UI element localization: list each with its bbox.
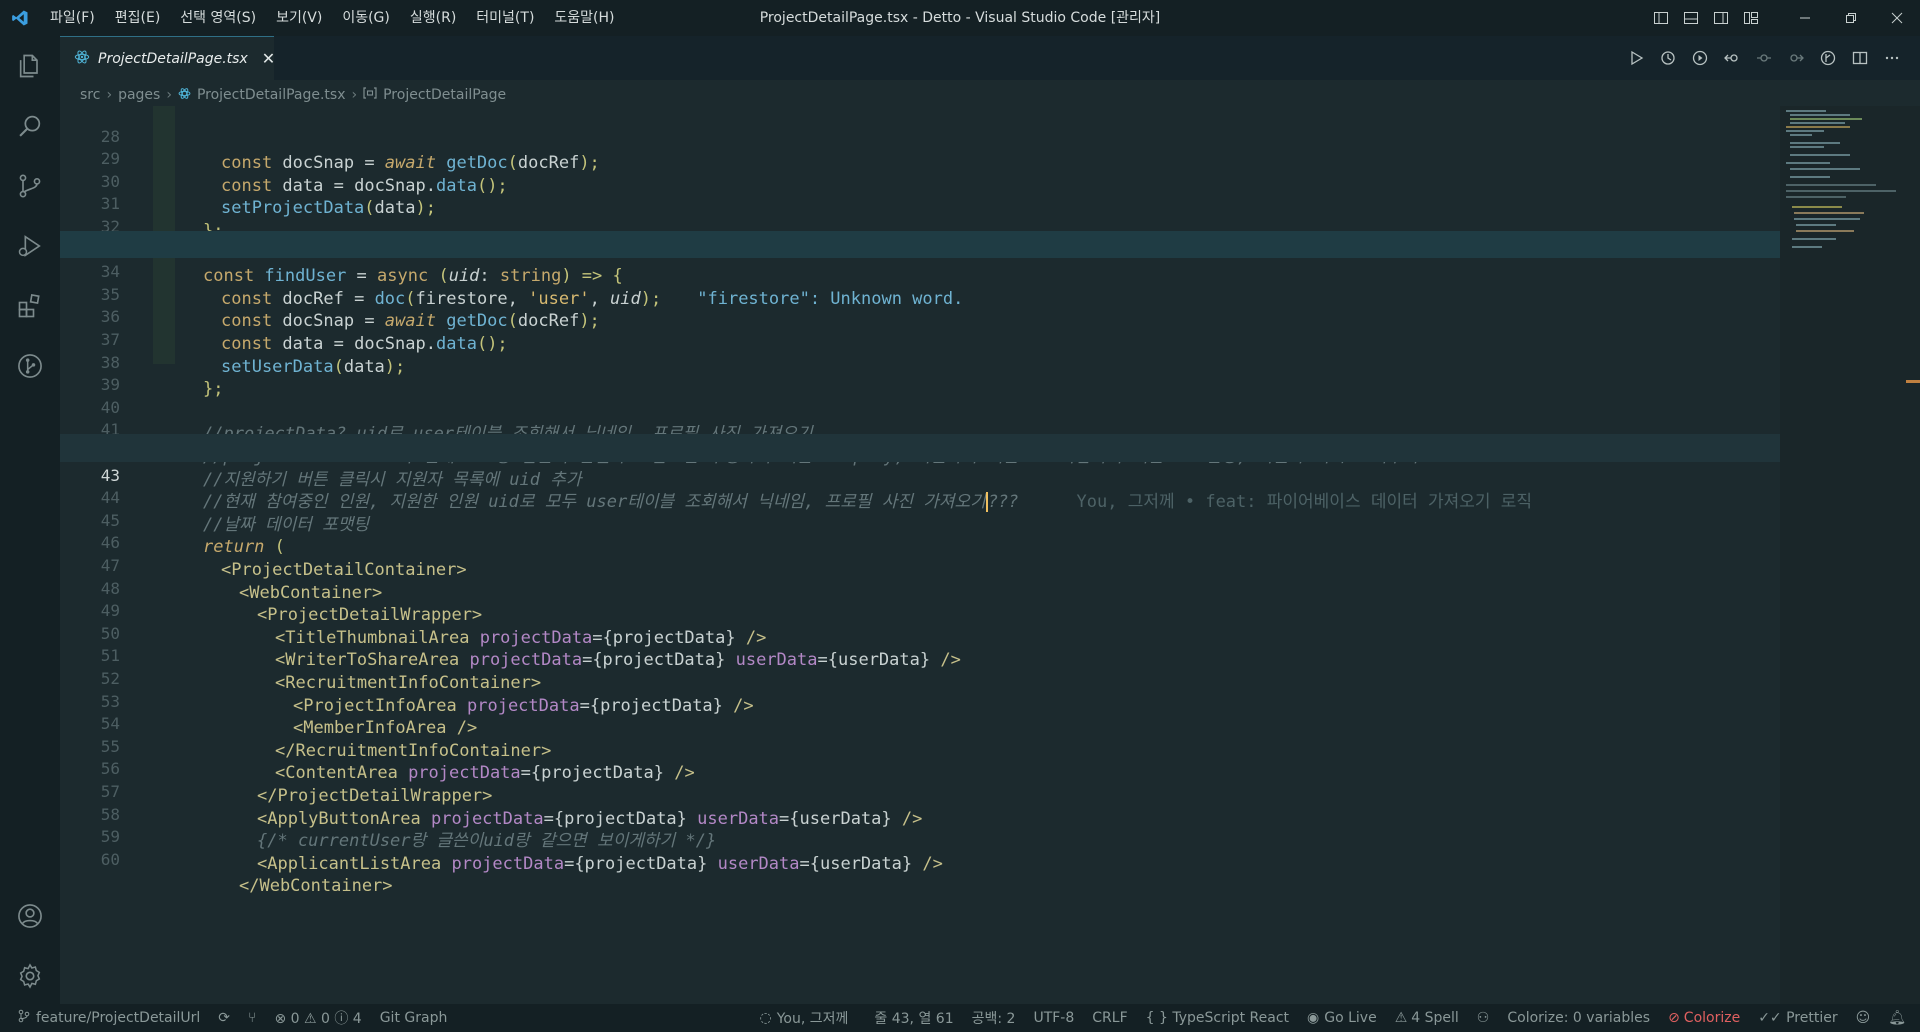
chevron-right-icon: › bbox=[166, 87, 172, 103]
language-mode[interactable]: { } TypeScript React bbox=[1137, 1010, 1298, 1026]
timeline-history-icon[interactable] bbox=[1652, 42, 1684, 74]
breadcrumb-symbol[interactable]: ProjectDetailPage bbox=[383, 87, 506, 103]
menu-view[interactable]: 보기(V) bbox=[266, 0, 332, 36]
colorize-toggle[interactable]: ⊘ Colorize bbox=[1659, 1010, 1749, 1026]
git-compare-icon[interactable] bbox=[1812, 42, 1844, 74]
branch-status[interactable]: feature/ProjectDetailUrl bbox=[0, 1009, 209, 1027]
explorer-icon[interactable] bbox=[0, 36, 60, 96]
feedback-icon[interactable]: ☺ bbox=[1847, 1010, 1880, 1026]
git-branch-icon bbox=[18, 1009, 30, 1027]
settings-gear-icon[interactable] bbox=[0, 946, 60, 1006]
menu-terminal[interactable]: 터미널(T) bbox=[466, 0, 544, 36]
problems-status[interactable]: ⊗ 0 ⚠ 0 ⓘ 4 bbox=[265, 1008, 370, 1028]
minimap[interactable] bbox=[1780, 106, 1920, 1004]
menu-run[interactable]: 실행(R) bbox=[400, 0, 466, 36]
tab-projectdetailpage[interactable]: ProjectDetailPage.tsx ✕ bbox=[60, 36, 275, 80]
customize-layout-icon[interactable] bbox=[1736, 0, 1766, 36]
react-file-icon bbox=[74, 49, 90, 69]
go-forward-change-icon[interactable] bbox=[1780, 42, 1812, 74]
notifications-bell-icon[interactable]: 🔔︎ bbox=[1879, 1010, 1920, 1026]
menu-file[interactable]: 파일(F) bbox=[40, 0, 105, 36]
git-commit-icon: ◌ bbox=[759, 1010, 772, 1026]
react-file-icon bbox=[178, 87, 191, 104]
menu-help[interactable]: 도움말(H) bbox=[544, 0, 624, 36]
breadcrumb-pages[interactable]: pages bbox=[118, 87, 160, 103]
accounts-icon[interactable] bbox=[0, 886, 60, 946]
sync-icon[interactable]: ⟳ bbox=[209, 1010, 239, 1026]
git-graph-icon[interactable] bbox=[0, 336, 60, 396]
more-actions-icon[interactable] bbox=[1876, 42, 1908, 74]
play-circle-icon[interactable] bbox=[1684, 42, 1716, 74]
chevron-right-icon: › bbox=[106, 87, 113, 103]
breadcrumb-src[interactable]: src bbox=[80, 87, 100, 103]
search-icon[interactable] bbox=[0, 96, 60, 156]
code-line: 60 </WebContainer> bbox=[100, 849, 393, 897]
status-bar: feature/ProjectDetailUrl ⟳ ⑂ ⊗ 0 ⚠ 0 ⓘ 4… bbox=[0, 1004, 1920, 1032]
editor-group: ProjectDetailPage.tsx ✕ src › pages › Pr… bbox=[60, 36, 1920, 1004]
commit-icon[interactable] bbox=[1748, 42, 1780, 74]
title-controls bbox=[1646, 0, 1920, 36]
cursor-position[interactable]: 줄 43, 열 61 bbox=[865, 1008, 962, 1028]
broadcast-icon: ◉ bbox=[1307, 1010, 1320, 1026]
prohibited-icon: ⊘ bbox=[1668, 1010, 1680, 1026]
restore-icon[interactable] bbox=[1828, 0, 1874, 36]
menu-selection[interactable]: 선택 영역(S) bbox=[170, 0, 266, 36]
symbol-variable-icon bbox=[363, 87, 377, 103]
vertical-scrollbar[interactable] bbox=[1906, 106, 1920, 1004]
run-debug-icon[interactable] bbox=[0, 216, 60, 276]
run-icon[interactable] bbox=[1620, 42, 1652, 74]
breadcrumb-file[interactable]: ProjectDetailPage.tsx bbox=[197, 87, 346, 103]
git-graph-status[interactable]: Git Graph bbox=[371, 1010, 457, 1026]
tab-label: ProjectDetailPage.tsx bbox=[98, 50, 248, 67]
code-editor[interactable]: 28 const docSnap = await getDoc(docRef);… bbox=[60, 106, 1780, 1004]
toggle-panel-icon[interactable] bbox=[1676, 0, 1706, 36]
title-bar: 파일(F) 편집(E) 선택 영역(S) 보기(V) 이동(G) 실행(R) 터… bbox=[0, 0, 1920, 36]
close-tab-icon[interactable]: ✕ bbox=[262, 49, 275, 68]
chevron-right-icon: › bbox=[351, 87, 358, 103]
encoding-status[interactable]: UTF-8 bbox=[1024, 1010, 1083, 1026]
close-window-icon[interactable] bbox=[1874, 0, 1920, 36]
toggle-primary-sidebar-icon[interactable] bbox=[1646, 0, 1676, 36]
menu-go[interactable]: 이동(G) bbox=[332, 0, 400, 36]
publish-branch-icon[interactable]: ⑂ bbox=[239, 1010, 265, 1026]
eol-status[interactable]: CRLF bbox=[1083, 1010, 1136, 1026]
minimize-icon[interactable] bbox=[1782, 0, 1828, 36]
extensions-icon[interactable] bbox=[0, 276, 60, 336]
spell-status[interactable]: ⚠ 4 Spell bbox=[1386, 1010, 1468, 1026]
toggle-secondary-sidebar-icon[interactable] bbox=[1706, 0, 1736, 36]
go-back-change-icon[interactable] bbox=[1716, 42, 1748, 74]
colorize-variables[interactable]: Colorize: 0 variables bbox=[1498, 1010, 1659, 1026]
editor-actions bbox=[1620, 36, 1908, 80]
source-control-icon[interactable] bbox=[0, 156, 60, 216]
copilot-icon[interactable]: ⚇ bbox=[1468, 1010, 1499, 1026]
prettier-status[interactable]: ✓✓ Prettier bbox=[1749, 1010, 1846, 1026]
tab-bar: ProjectDetailPage.tsx ✕ bbox=[60, 36, 1920, 80]
activity-bar bbox=[0, 36, 60, 1004]
git-blame-status[interactable]: ◌ You, 그저께 bbox=[751, 1008, 858, 1028]
menu-bar: 파일(F) 편집(E) 선택 영역(S) 보기(V) 이동(G) 실행(R) 터… bbox=[40, 0, 625, 36]
warning-icon: ⚠ bbox=[1394, 1010, 1408, 1026]
go-live-button[interactable]: ◉ Go Live bbox=[1298, 1010, 1386, 1026]
vscode-logo-icon bbox=[0, 0, 40, 36]
menu-edit[interactable]: 편집(E) bbox=[105, 0, 171, 36]
breadcrumb: src › pages › ProjectDetailPage.tsx › Pr… bbox=[80, 84, 506, 106]
indentation-status[interactable]: 공백: 2 bbox=[963, 1008, 1025, 1028]
split-editor-icon[interactable] bbox=[1844, 42, 1876, 74]
